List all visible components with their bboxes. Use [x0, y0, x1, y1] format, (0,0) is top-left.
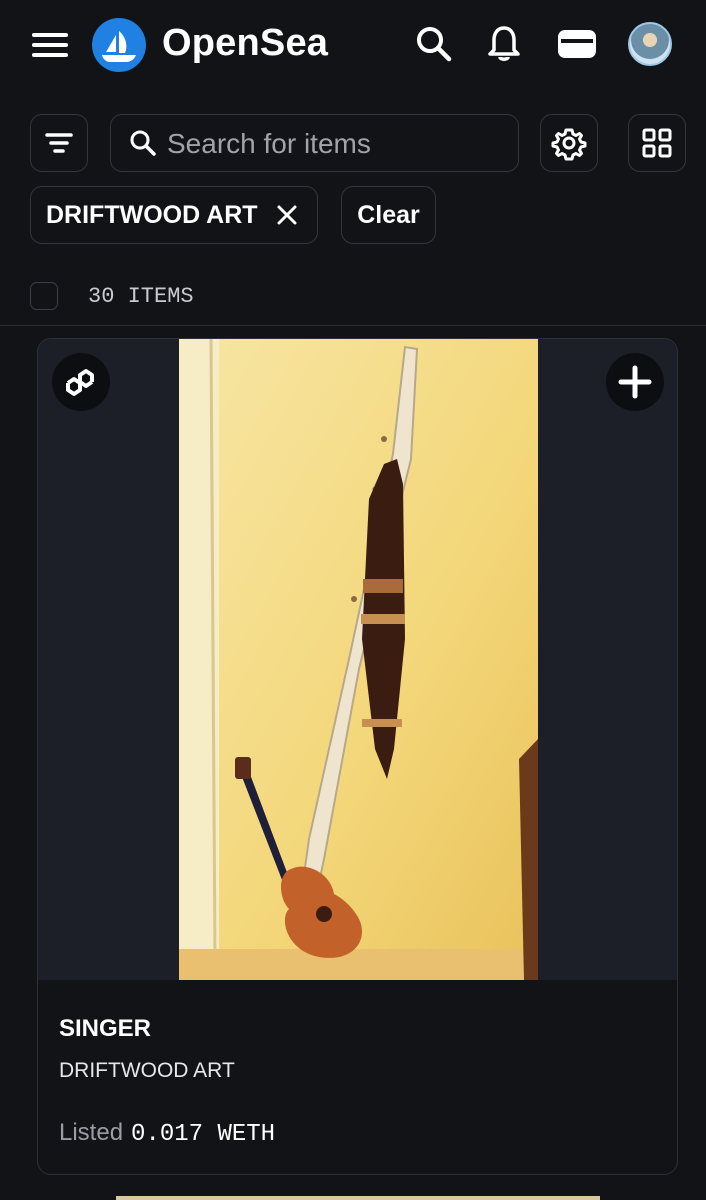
close-icon[interactable] — [276, 204, 298, 226]
bell-icon[interactable] — [484, 24, 524, 64]
polygon-chain-icon[interactable] — [52, 353, 110, 411]
filter-chip-label: DRIFTWOOD ART — [46, 200, 258, 229]
divider — [0, 325, 706, 326]
search-icon[interactable] — [414, 24, 454, 64]
nft-title[interactable]: SINGER — [59, 1015, 151, 1043]
search-field-icon — [130, 130, 156, 156]
gear-icon — [551, 128, 587, 161]
filter-button[interactable] — [30, 114, 88, 172]
active-filter-chip[interactable]: DRIFTWOOD ART — [30, 186, 318, 244]
settings-button[interactable] — [540, 114, 598, 172]
wallet-icon[interactable] — [556, 24, 596, 64]
price-value: 0.017 WETH — [131, 1121, 276, 1148]
nft-collection[interactable]: DRIFTWOOD ART — [59, 1059, 235, 1083]
filter-icon — [45, 133, 73, 153]
brand-name[interactable]: OpenSea — [162, 22, 328, 65]
select-all-checkbox[interactable] — [30, 282, 58, 310]
clear-filters-button[interactable]: Clear — [341, 186, 436, 244]
grid-view-button[interactable] — [628, 114, 686, 172]
nft-card[interactable]: SINGER DRIFTWOOD ART Listed 0.017 WETH — [37, 338, 678, 1175]
opensea-ship-logo-icon[interactable] — [92, 18, 146, 72]
top-navigation-bar: OpenSea — [0, 0, 706, 90]
search-input[interactable]: Search for items — [110, 114, 519, 172]
plus-icon[interactable] — [606, 353, 664, 411]
nft-image[interactable] — [179, 339, 538, 980]
nft-price: Listed 0.017 WETH — [59, 1119, 275, 1148]
search-placeholder: Search for items — [167, 128, 371, 159]
price-label: Listed — [59, 1119, 124, 1146]
nft-media[interactable] — [38, 339, 677, 980]
items-count: 30 ITEMS — [88, 284, 194, 309]
hamburger-menu-icon[interactable] — [32, 30, 70, 60]
grid-view-icon — [642, 128, 672, 158]
next-card-preview — [116, 1196, 600, 1200]
user-avatar[interactable] — [628, 22, 672, 66]
